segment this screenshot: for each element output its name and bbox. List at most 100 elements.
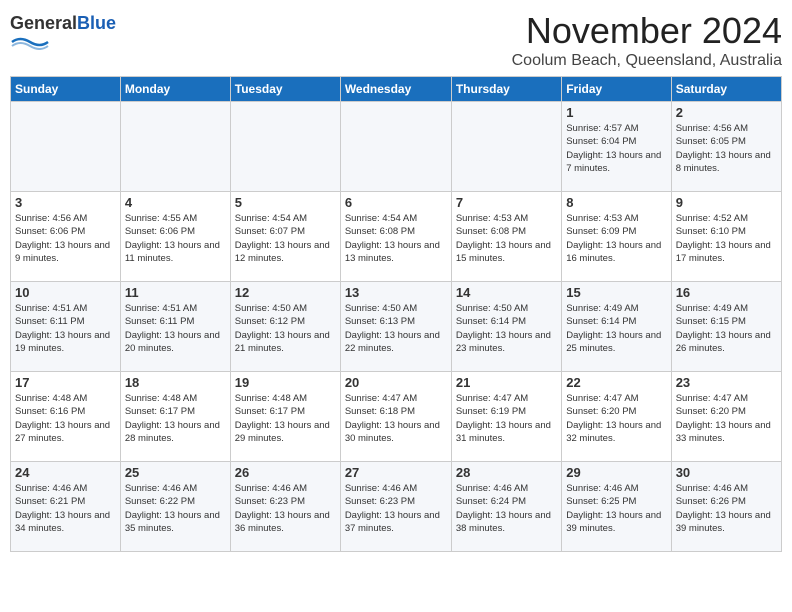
day-cell: 20 Sunrise: 4:47 AMSunset: 6:18 PMDayligh…	[340, 372, 451, 462]
day-number: 4	[125, 195, 226, 210]
day-cell: 10 Sunrise: 4:51 AMSunset: 6:11 PMDayligh…	[11, 282, 121, 372]
day-cell: 24 Sunrise: 4:46 AMSunset: 6:21 PMDayligh…	[11, 462, 121, 552]
day-info: Sunrise: 4:50 AMSunset: 6:12 PMDaylight:…	[235, 302, 336, 355]
day-info: Sunrise: 4:47 AMSunset: 6:20 PMDaylight:…	[566, 392, 666, 445]
day-number: 25	[125, 465, 226, 480]
week-row-3: 17 Sunrise: 4:48 AMSunset: 6:16 PMDayligh…	[11, 372, 782, 462]
calendar: SundayMondayTuesdayWednesdayThursdayFrid…	[10, 76, 782, 552]
day-cell: 4 Sunrise: 4:55 AMSunset: 6:06 PMDaylight…	[120, 192, 230, 282]
day-number: 30	[676, 465, 777, 480]
day-cell: 18 Sunrise: 4:48 AMSunset: 6:17 PMDayligh…	[120, 372, 230, 462]
day-number: 1	[566, 105, 666, 120]
day-info: Sunrise: 4:46 AMSunset: 6:26 PMDaylight:…	[676, 482, 777, 535]
day-info: Sunrise: 4:53 AMSunset: 6:09 PMDaylight:…	[566, 212, 666, 265]
day-cell: 17 Sunrise: 4:48 AMSunset: 6:16 PMDayligh…	[11, 372, 121, 462]
day-number: 15	[566, 285, 666, 300]
day-info: Sunrise: 4:46 AMSunset: 6:23 PMDaylight:…	[345, 482, 447, 535]
day-number: 27	[345, 465, 447, 480]
day-number: 12	[235, 285, 336, 300]
header-wednesday: Wednesday	[340, 77, 451, 102]
day-cell: 8Sunrise: 4:53 AMSunset: 6:09 PMDaylight…	[562, 192, 671, 282]
day-cell	[120, 102, 230, 192]
day-info: Sunrise: 4:56 AMSunset: 6:06 PMDaylight:…	[15, 212, 116, 265]
day-number: 2	[676, 105, 777, 120]
day-info: Sunrise: 4:47 AMSunset: 6:19 PMDaylight:…	[456, 392, 557, 445]
day-info: Sunrise: 4:46 AMSunset: 6:23 PMDaylight:…	[235, 482, 336, 535]
week-row-1: 3 Sunrise: 4:56 AMSunset: 6:06 PMDaylight…	[11, 192, 782, 282]
day-cell: 11 Sunrise: 4:51 AMSunset: 6:11 PMDayligh…	[120, 282, 230, 372]
day-number: 10	[15, 285, 116, 300]
day-info: Sunrise: 4:51 AMSunset: 6:11 PMDaylight:…	[15, 302, 116, 355]
day-cell: 7Sunrise: 4:53 AMSunset: 6:08 PMDaylight…	[451, 192, 561, 282]
day-number: 29	[566, 465, 666, 480]
day-number: 28	[456, 465, 557, 480]
day-number: 13	[345, 285, 447, 300]
week-row-4: 24 Sunrise: 4:46 AMSunset: 6:21 PMDayligh…	[11, 462, 782, 552]
day-cell: 15Sunrise: 4:49 AMSunset: 6:14 PMDayligh…	[562, 282, 671, 372]
day-number: 17	[15, 375, 116, 390]
month-title: November 2024	[512, 10, 782, 52]
day-number: 5	[235, 195, 336, 210]
day-info: Sunrise: 4:46 AMSunset: 6:21 PMDaylight:…	[15, 482, 116, 535]
day-cell: 9 Sunrise: 4:52 AMSunset: 6:10 PMDaylight…	[671, 192, 781, 282]
location-title: Coolum Beach, Queensland, Australia	[512, 52, 782, 70]
week-row-0: 1 Sunrise: 4:57 AMSunset: 6:04 PMDaylight…	[11, 102, 782, 192]
logo-icon	[10, 34, 50, 50]
day-cell	[230, 102, 340, 192]
header-sunday: Sunday	[11, 77, 121, 102]
day-cell: 3 Sunrise: 4:56 AMSunset: 6:06 PMDaylight…	[11, 192, 121, 282]
day-cell: 27 Sunrise: 4:46 AMSunset: 6:23 PMDayligh…	[340, 462, 451, 552]
day-number: 20	[345, 375, 447, 390]
day-cell: 21Sunrise: 4:47 AMSunset: 6:19 PMDayligh…	[451, 372, 561, 462]
day-number: 23	[676, 375, 777, 390]
day-number: 19	[235, 375, 336, 390]
header-thursday: Thursday	[451, 77, 561, 102]
day-number: 11	[125, 285, 226, 300]
day-cell: 13 Sunrise: 4:50 AMSunset: 6:13 PMDayligh…	[340, 282, 451, 372]
day-cell: 22 Sunrise: 4:47 AMSunset: 6:20 PMDayligh…	[562, 372, 671, 462]
day-info: Sunrise: 4:48 AMSunset: 6:16 PMDaylight:…	[15, 392, 116, 445]
day-info: Sunrise: 4:46 AMSunset: 6:22 PMDaylight:…	[125, 482, 226, 535]
day-cell: 25 Sunrise: 4:46 AMSunset: 6:22 PMDayligh…	[120, 462, 230, 552]
day-cell: 6Sunrise: 4:54 AMSunset: 6:08 PMDaylight…	[340, 192, 451, 282]
day-cell: 19 Sunrise: 4:48 AMSunset: 6:17 PMDayligh…	[230, 372, 340, 462]
day-info: Sunrise: 4:50 AMSunset: 6:14 PMDaylight:…	[456, 302, 557, 355]
header-friday: Friday	[562, 77, 671, 102]
logo-blue: Blue	[77, 13, 116, 33]
day-number: 3	[15, 195, 116, 210]
day-info: Sunrise: 4:49 AMSunset: 6:15 PMDaylight:…	[676, 302, 777, 355]
header: GeneralBlue November 2024 Coolum Beach, …	[10, 10, 782, 70]
day-info: Sunrise: 4:57 AMSunset: 6:04 PMDaylight:…	[566, 122, 666, 175]
day-cell: 16Sunrise: 4:49 AMSunset: 6:15 PMDayligh…	[671, 282, 781, 372]
day-info: Sunrise: 4:52 AMSunset: 6:10 PMDaylight:…	[676, 212, 777, 265]
day-info: Sunrise: 4:48 AMSunset: 6:17 PMDaylight:…	[125, 392, 226, 445]
day-number: 9	[676, 195, 777, 210]
day-info: Sunrise: 4:50 AMSunset: 6:13 PMDaylight:…	[345, 302, 447, 355]
day-number: 7	[456, 195, 557, 210]
day-number: 6	[345, 195, 447, 210]
day-cell: 14 Sunrise: 4:50 AMSunset: 6:14 PMDayligh…	[451, 282, 561, 372]
week-row-2: 10 Sunrise: 4:51 AMSunset: 6:11 PMDayligh…	[11, 282, 782, 372]
day-number: 22	[566, 375, 666, 390]
logo: GeneralBlue	[10, 14, 116, 55]
header-saturday: Saturday	[671, 77, 781, 102]
day-info: Sunrise: 4:46 AMSunset: 6:25 PMDaylight:…	[566, 482, 666, 535]
day-cell	[11, 102, 121, 192]
day-cell: 5Sunrise: 4:54 AMSunset: 6:07 PMDaylight…	[230, 192, 340, 282]
day-number: 18	[125, 375, 226, 390]
day-cell: 2 Sunrise: 4:56 AMSunset: 6:05 PMDaylight…	[671, 102, 781, 192]
day-cell: 28 Sunrise: 4:46 AMSunset: 6:24 PMDayligh…	[451, 462, 561, 552]
day-info: Sunrise: 4:47 AMSunset: 6:18 PMDaylight:…	[345, 392, 447, 445]
day-cell	[451, 102, 561, 192]
day-info: Sunrise: 4:51 AMSunset: 6:11 PMDaylight:…	[125, 302, 226, 355]
day-cell: 30 Sunrise: 4:46 AMSunset: 6:26 PMDayligh…	[671, 462, 781, 552]
day-info: Sunrise: 4:55 AMSunset: 6:06 PMDaylight:…	[125, 212, 226, 265]
day-cell	[340, 102, 451, 192]
day-cell: 26Sunrise: 4:46 AMSunset: 6:23 PMDayligh…	[230, 462, 340, 552]
day-info: Sunrise: 4:48 AMSunset: 6:17 PMDaylight:…	[235, 392, 336, 445]
day-number: 14	[456, 285, 557, 300]
day-number: 24	[15, 465, 116, 480]
day-info: Sunrise: 4:56 AMSunset: 6:05 PMDaylight:…	[676, 122, 777, 175]
day-info: Sunrise: 4:46 AMSunset: 6:24 PMDaylight:…	[456, 482, 557, 535]
logo-general: General	[10, 13, 77, 33]
